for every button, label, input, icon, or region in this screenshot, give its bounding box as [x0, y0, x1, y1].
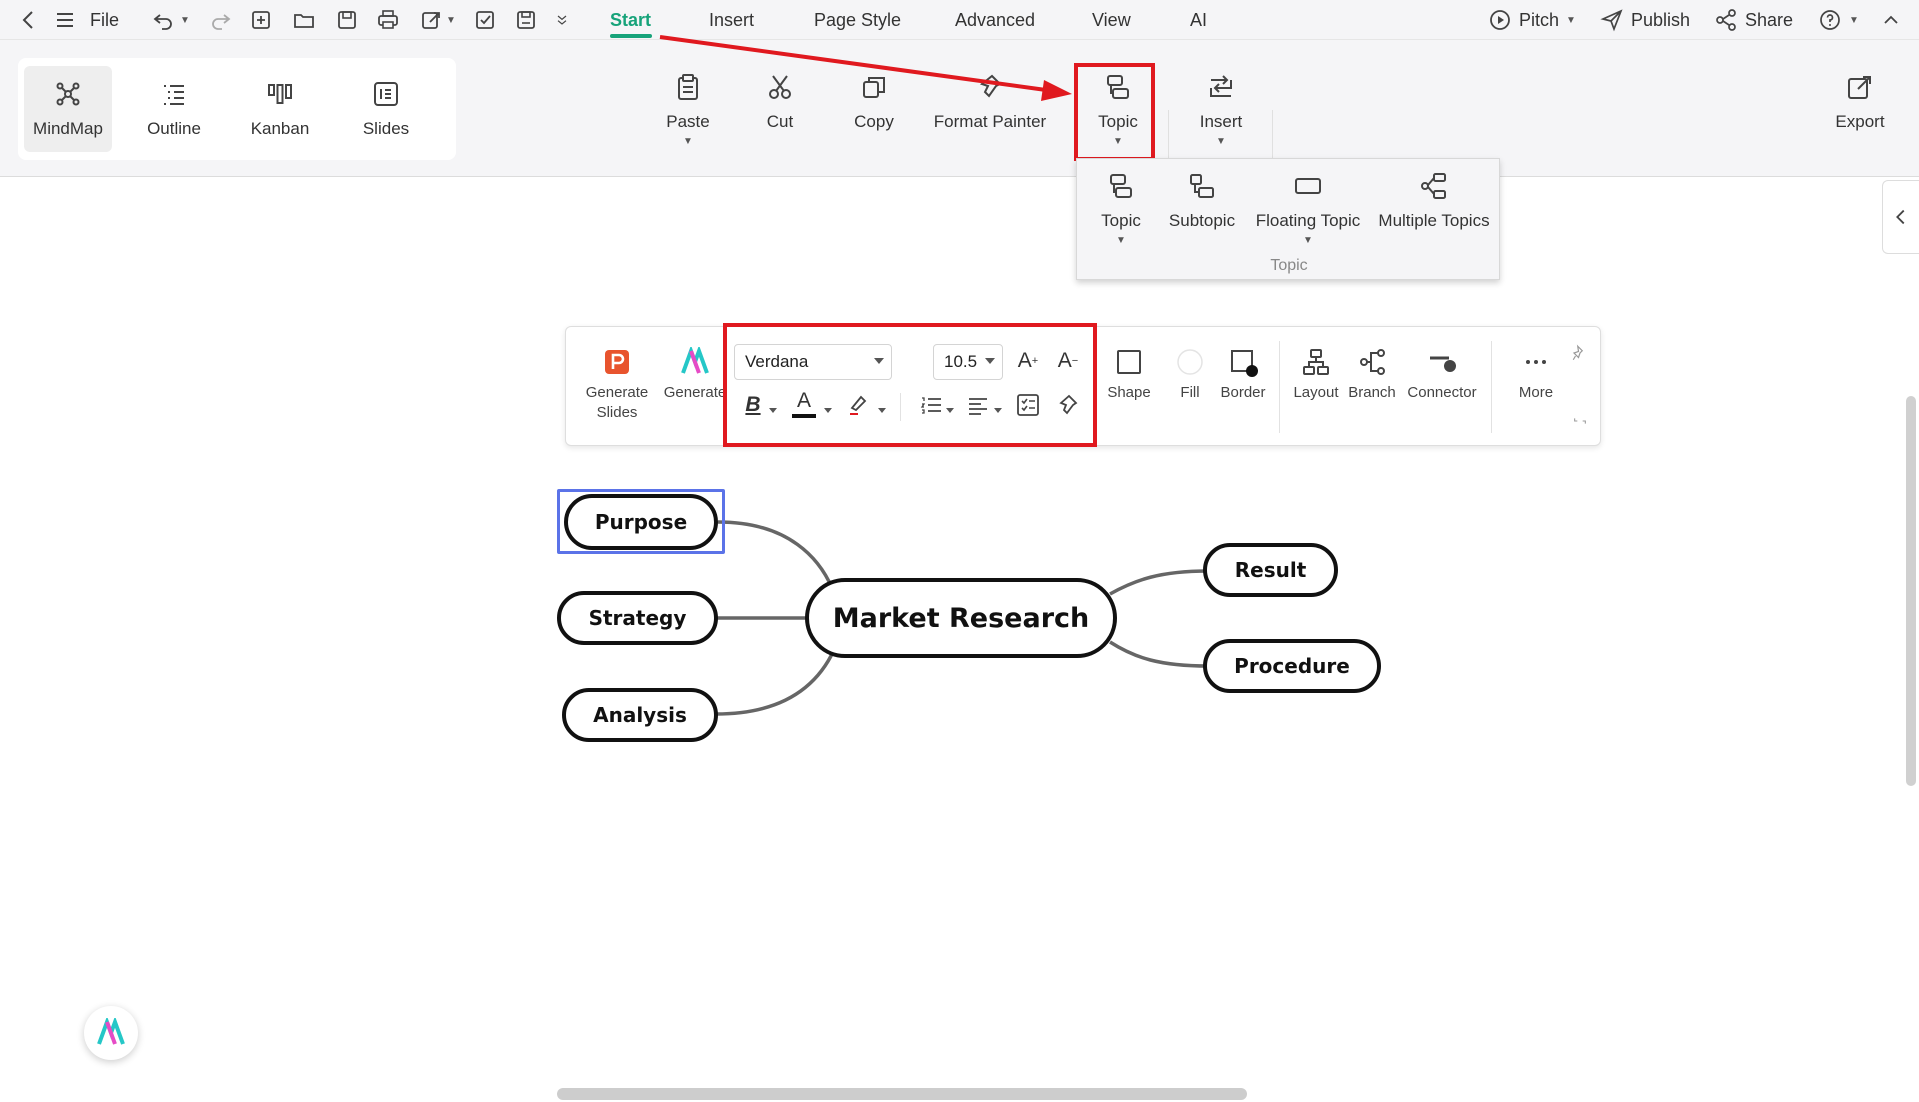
mindmap-branches [715, 520, 1209, 716]
node-purpose[interactable]: Purpose [564, 494, 718, 550]
horizontal-scrollbar[interactable] [557, 1088, 1247, 1100]
node-analysis[interactable]: Analysis [562, 688, 718, 742]
node-procedure[interactable]: Procedure [1203, 639, 1381, 693]
node-strategy[interactable]: Strategy [557, 591, 718, 645]
ai-logo-icon [97, 1018, 125, 1045]
vertical-scrollbar[interactable] [1906, 396, 1916, 786]
ai-assistant-button[interactable] [84, 1006, 138, 1060]
side-panel-toggle[interactable] [1882, 180, 1919, 254]
node-result[interactable]: Result [1203, 543, 1338, 597]
node-central-topic[interactable]: Market Research [805, 578, 1117, 658]
chevron-left-icon [1896, 209, 1905, 225]
